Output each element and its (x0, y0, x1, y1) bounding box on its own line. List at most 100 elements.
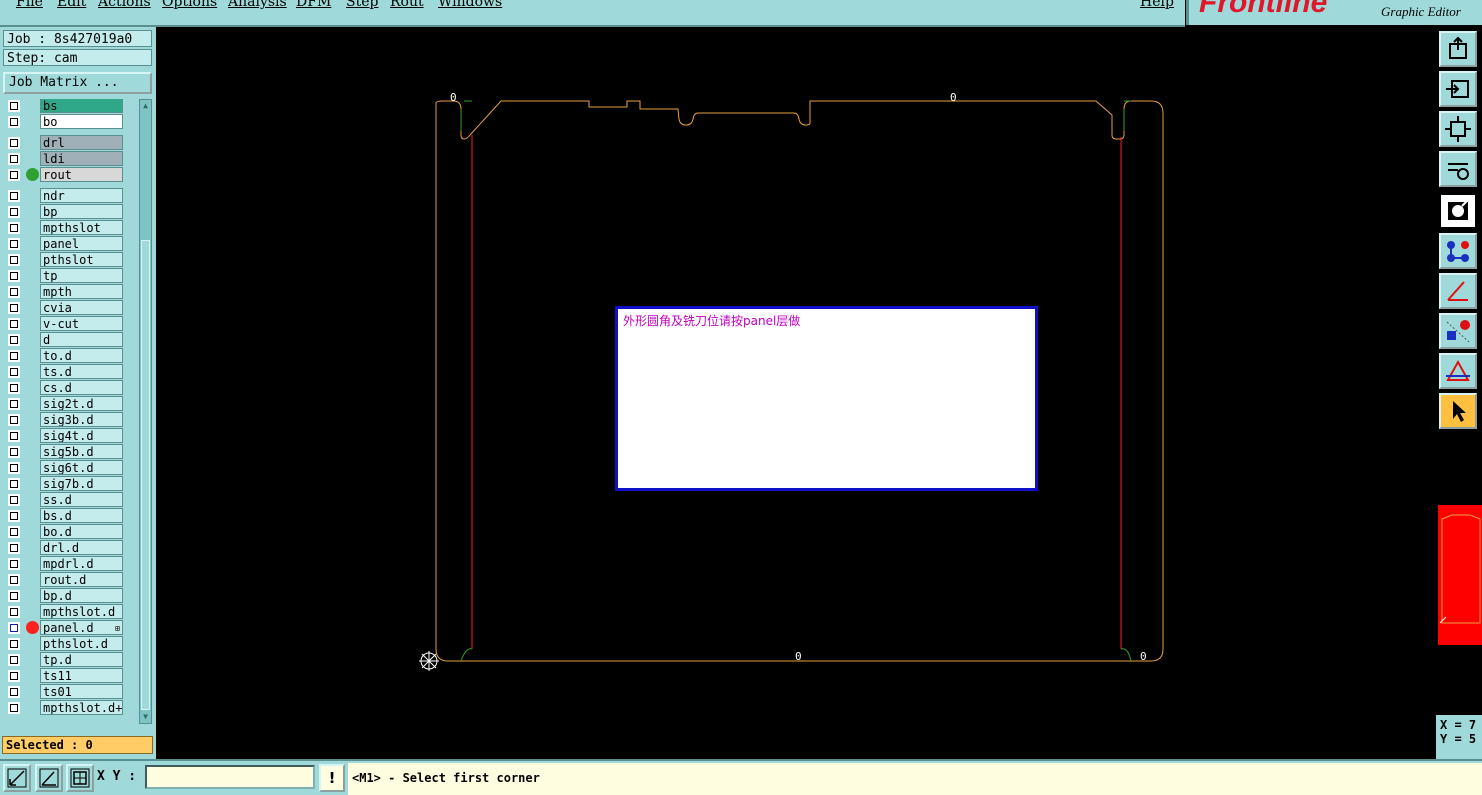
layer-checkbox[interactable] (8, 100, 20, 112)
layer-name[interactable]: bo (40, 114, 123, 129)
layer-row[interactable]: tp.d (4, 652, 136, 668)
layer-checkbox[interactable] (8, 430, 20, 442)
layer-name[interactable]: ldi (40, 151, 123, 166)
layer-row[interactable]: ss.d (4, 492, 136, 508)
layer-checkbox[interactable] (8, 334, 20, 346)
layer-checkbox[interactable] (8, 190, 20, 202)
layer-name[interactable]: sig3b.d (40, 412, 123, 427)
layer-row[interactable]: bp (4, 204, 136, 220)
warning-button[interactable]: ! (319, 764, 345, 792)
layer-name[interactable]: mpthslot.d (40, 604, 123, 619)
layer-row[interactable]: mpthslot.d+ (4, 700, 136, 716)
layer-checkbox[interactable] (8, 702, 20, 714)
layer-row[interactable]: ts.d (4, 364, 136, 380)
minimap[interactable] (1438, 505, 1482, 645)
align-tool-button[interactable] (1439, 313, 1477, 349)
layer-name[interactable]: ts11 (40, 668, 123, 683)
layer-name[interactable]: sig2t.d (40, 396, 123, 411)
layer-name[interactable]: bp.d (40, 588, 123, 603)
menu-dfm[interactable]: DFM (296, 0, 331, 10)
layer-name[interactable]: drl.d (40, 540, 123, 555)
layer-row[interactable]: sig2t.d (4, 396, 136, 412)
layer-name[interactable]: sig5b.d (40, 444, 123, 459)
layer-row[interactable]: bs.d (4, 508, 136, 524)
layer-row[interactable]: rout.d (4, 572, 136, 588)
layer-row[interactable]: bp.d (4, 588, 136, 604)
layer-checkbox[interactable] (8, 414, 20, 426)
layer-checkbox[interactable] (8, 366, 20, 378)
layer-checkbox[interactable] (8, 558, 20, 570)
layer-row[interactable]: v-cut (4, 316, 136, 332)
layer-checkbox[interactable] (8, 670, 20, 682)
layer-row[interactable]: ldi (4, 151, 136, 167)
scroll-down-icon[interactable]: ▼ (141, 712, 150, 722)
layer-checkbox[interactable] (8, 446, 20, 458)
layer-name[interactable]: d (40, 332, 123, 347)
layer-checkbox[interactable] (8, 654, 20, 666)
grid-snap-button[interactable] (66, 764, 94, 792)
layer-checkbox[interactable] (8, 238, 20, 250)
layer-row[interactable]: drl (4, 135, 136, 151)
layer-checkbox[interactable] (8, 542, 20, 554)
layer-name[interactable]: ts01 (40, 684, 123, 699)
measure-tool-button[interactable] (1439, 353, 1477, 389)
import-button[interactable] (1439, 71, 1477, 107)
layer-name[interactable]: mpthslot (40, 220, 123, 235)
layer-scrollbar[interactable]: ▲ ▼ (139, 99, 152, 724)
menu-edit[interactable]: Edit (57, 0, 86, 10)
select-tool-button[interactable] (1439, 393, 1477, 429)
layer-row[interactable]: drl.d (4, 540, 136, 556)
layer-row[interactable]: ts11 (4, 668, 136, 684)
menu-step[interactable]: Step (346, 0, 378, 10)
layer-name[interactable]: tp (40, 268, 123, 283)
message-dialog[interactable]: 外形圆角及铣刀位请按panel层做 (615, 306, 1038, 491)
layer-row[interactable]: sig3b.d (4, 412, 136, 428)
layer-checkbox[interactable] (8, 494, 20, 506)
layer-name[interactable]: to.d (40, 348, 123, 363)
layer-row[interactable]: pthslot.d (4, 636, 136, 652)
layer-name[interactable]: cs.d (40, 380, 123, 395)
menu-actions[interactable]: Actions (98, 0, 151, 10)
layer-name[interactable]: rout (40, 167, 123, 182)
layer-row[interactable]: cvia (4, 300, 136, 316)
angle-tool-button[interactable] (1439, 273, 1477, 309)
layer-name[interactable]: panel (40, 236, 123, 251)
layer-checkbox[interactable] (8, 222, 20, 234)
layer-row[interactable]: d (4, 332, 136, 348)
layer-name[interactable]: tp.d (40, 652, 123, 667)
layer-checkbox[interactable] (8, 526, 20, 538)
tools-button[interactable] (1439, 151, 1477, 187)
layer-row[interactable]: rout (4, 167, 136, 183)
layer-name[interactable]: ss.d (40, 492, 123, 507)
layer-checkbox[interactable] (8, 254, 20, 266)
layer-name[interactable]: panel.d (40, 620, 123, 635)
fit-screen-button[interactable] (1439, 111, 1477, 147)
layer-row[interactable]: tp (4, 268, 136, 284)
layer-row[interactable]: to.d (4, 348, 136, 364)
layer-name[interactable]: bp (40, 204, 123, 219)
layer-name[interactable]: mpdrl.d (40, 556, 123, 571)
layer-checkbox[interactable] (8, 270, 20, 282)
export-button[interactable] (1439, 31, 1477, 67)
layer-row[interactable]: mpthslot (4, 220, 136, 236)
layer-checkbox[interactable] (8, 153, 20, 165)
layer-name[interactable]: rout.d (40, 572, 123, 587)
menu-rout[interactable]: Rout (390, 0, 424, 10)
scroll-up-icon[interactable]: ▲ (141, 101, 150, 111)
zoom-window-button[interactable] (3, 764, 31, 792)
layer-name[interactable]: bo.d (40, 524, 123, 539)
layer-checkbox[interactable] (8, 286, 20, 298)
layer-row[interactable]: panel.d ⊞ (4, 620, 136, 636)
layer-checkbox[interactable] (8, 478, 20, 490)
layer-row[interactable]: ndr (4, 188, 136, 204)
layer-name[interactable]: bs (40, 99, 123, 113)
layer-checkbox[interactable] (8, 462, 20, 474)
layer-row[interactable]: pthslot (4, 252, 136, 268)
connect-tool-button[interactable] (1439, 233, 1477, 269)
layer-row[interactable]: sig4t.d (4, 428, 136, 444)
layer-row[interactable]: ts01 (4, 684, 136, 700)
layer-checkbox[interactable] (8, 686, 20, 698)
scroll-thumb[interactable] (141, 240, 150, 710)
layer-checkbox[interactable] (8, 398, 20, 410)
layer-checkbox[interactable] (8, 574, 20, 586)
